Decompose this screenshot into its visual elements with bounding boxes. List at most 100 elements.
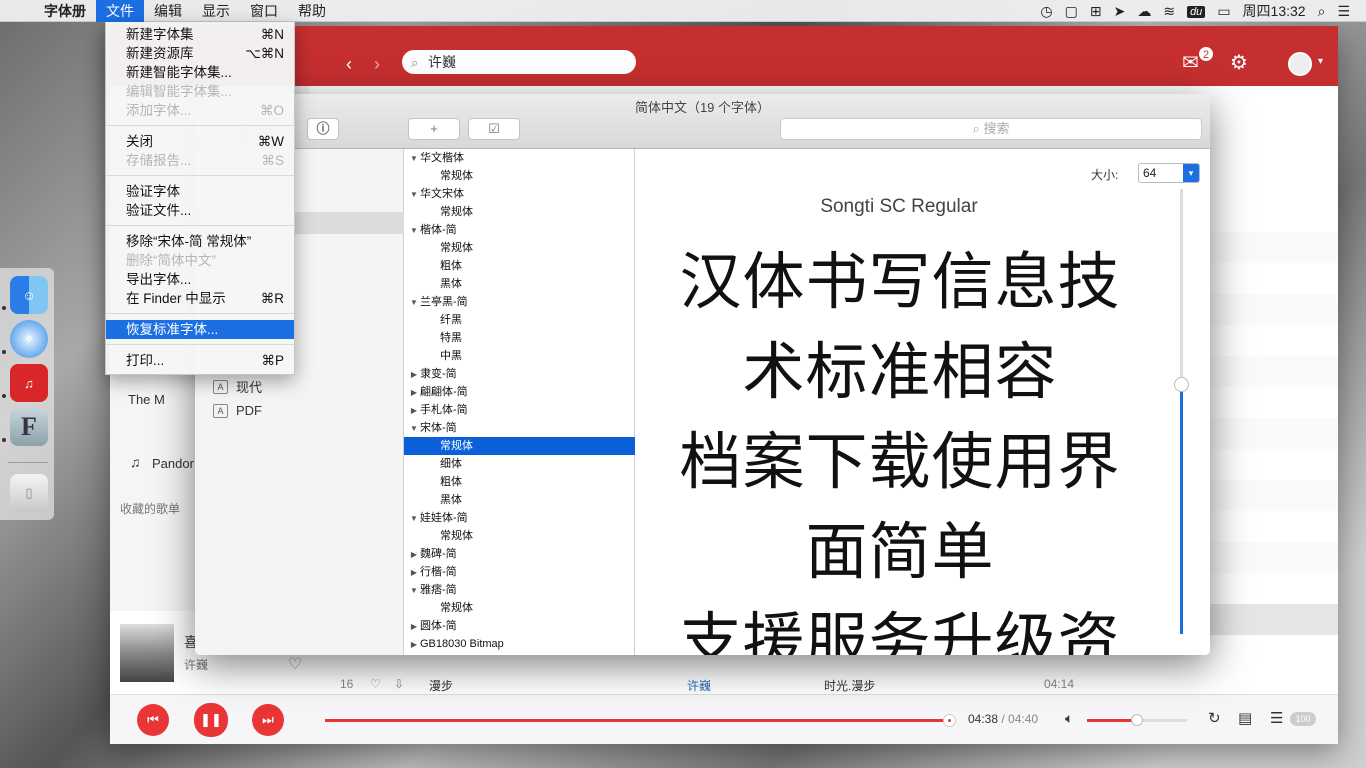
font-face-row[interactable]: 黑体: [404, 491, 635, 509]
font-face-row[interactable]: 常规体: [404, 203, 635, 221]
font-face-row[interactable]: 粗体: [404, 473, 635, 491]
size-slider-knob[interactable]: [1174, 377, 1189, 392]
trash-icon[interactable]: ▯: [10, 474, 48, 512]
menu-app-name[interactable]: 字体册: [34, 0, 96, 22]
font-face-row[interactable]: 细体: [404, 455, 635, 473]
font-face-row[interactable]: 常规体: [404, 599, 635, 617]
sidebar-item-pandora[interactable]: Pandor: [152, 456, 194, 471]
window-icon[interactable]: ▢: [1059, 0, 1084, 22]
disclosure-closed-icon[interactable]: ▶: [408, 564, 420, 582]
font-family-row[interactable]: ▼ 兰亭黑-简: [404, 293, 635, 311]
disclosure-closed-icon[interactable]: ▶: [408, 402, 420, 420]
menu-item-validate-font[interactable]: 验证字体: [106, 182, 294, 201]
timer-icon[interactable]: ◷: [1034, 0, 1058, 22]
font-family-row[interactable]: ▶ 隶变-简: [404, 365, 635, 383]
menu-item-new-collection[interactable]: 新建字体集 ⌘N: [106, 25, 294, 44]
netease-music-icon[interactable]: ♫: [10, 364, 48, 402]
disclosure-open-icon[interactable]: ▼: [408, 294, 420, 312]
disclosure-open-icon[interactable]: ▼: [408, 222, 420, 240]
disclosure-closed-icon[interactable]: ▶: [408, 618, 420, 636]
mail-icon[interactable]: ✉: [1182, 50, 1199, 75]
disclosure-open-icon[interactable]: ▼: [408, 420, 420, 438]
collection-item-modern[interactable]: A 现代: [213, 377, 262, 396]
volume-knob[interactable]: [1131, 714, 1143, 726]
repeat-icon[interactable]: ↻: [1208, 709, 1221, 727]
sidebar-item-the-m[interactable]: The M: [128, 392, 165, 407]
font-family-row[interactable]: ▼ 华文宋体: [404, 185, 635, 203]
progress-knob[interactable]: [942, 714, 956, 727]
menu-item-remove-font[interactable]: 移除“宋体-简 常规体”: [106, 232, 294, 251]
lyrics-icon[interactable]: ▤: [1238, 709, 1252, 727]
font-face-row[interactable]: 常规体: [404, 239, 635, 257]
like-heart-icon[interactable]: ♡: [288, 654, 302, 674]
size-select[interactable]: 64 ▾: [1138, 163, 1200, 183]
menu-item-show-in-finder[interactable]: 在 Finder 中显示 ⌘R: [106, 289, 294, 308]
disclosure-closed-icon[interactable]: ▶: [408, 636, 420, 654]
disclosure-open-icon[interactable]: ▼: [408, 510, 420, 528]
add-font-button[interactable]: +: [408, 118, 460, 140]
font-family-row[interactable]: ▼ 宋体-简: [404, 419, 635, 437]
font-search-input[interactable]: ⌕ 搜索: [780, 118, 1202, 140]
disclosure-closed-icon[interactable]: ▶: [408, 546, 420, 564]
finder-icon[interactable]: ☺: [10, 276, 48, 314]
menu-view[interactable]: 显示: [192, 0, 240, 22]
now-playing-artist[interactable]: 许巍: [184, 656, 208, 673]
avatar-caret-icon[interactable]: ▾: [1318, 56, 1323, 67]
font-family-row[interactable]: ▼ 华文楷体: [404, 149, 635, 167]
font-face-row[interactable]: 常规体: [404, 527, 635, 545]
menu-item-export-fonts[interactable]: 导出字体...: [106, 270, 294, 289]
font-face-row[interactable]: 黑体: [404, 275, 635, 293]
volume-icon[interactable]: 🔈︎: [1065, 710, 1073, 727]
cloud-icon[interactable]: ☁: [1131, 0, 1157, 22]
font-face-row[interactable]: 中黑: [404, 347, 635, 365]
safari-icon[interactable]: ✧: [10, 320, 48, 358]
album-cover[interactable]: [120, 624, 174, 682]
download-icon[interactable]: ⇩: [394, 677, 404, 691]
font-family-row[interactable]: ▶ 行楷-简: [404, 563, 635, 581]
menu-edit[interactable]: 编辑: [144, 0, 192, 22]
font-face-row[interactable]: 常规体: [404, 437, 635, 455]
settings-gear-icon[interactable]: ⚙: [1230, 50, 1248, 75]
disclosure-closed-icon[interactable]: ▶: [408, 366, 420, 384]
menu-help[interactable]: 帮助: [288, 0, 336, 22]
song-artist[interactable]: 许巍: [687, 677, 711, 694]
avatar[interactable]: [1288, 52, 1312, 76]
menu-item-new-library[interactable]: 新建资源库 ⌥⌘N: [106, 44, 294, 63]
menu-file[interactable]: 文件: [96, 0, 144, 22]
spotlight-search-icon[interactable]: ⌕: [1312, 0, 1332, 22]
disclosure-open-icon[interactable]: ▼: [408, 582, 420, 600]
progress-bar[interactable]: [325, 714, 956, 727]
font-family-row[interactable]: ▼ 楷体-简: [404, 221, 635, 239]
volume-slider[interactable]: [1087, 714, 1187, 726]
font-face-row[interactable]: 常规体: [404, 167, 635, 185]
disclosure-closed-icon[interactable]: ▶: [408, 384, 420, 402]
wifi-icon[interactable]: ≋: [1157, 0, 1181, 22]
font-face-row[interactable]: 特黑: [404, 329, 635, 347]
send-icon[interactable]: ➤: [1108, 0, 1132, 22]
collection-item-pdf[interactable]: A PDF: [213, 403, 262, 418]
menu-window[interactable]: 窗口: [240, 0, 288, 22]
font-family-row[interactable]: ▶ 魏碑-简: [404, 545, 635, 563]
font-family-row[interactable]: ▶ 圆体-简: [404, 617, 635, 635]
disclosure-open-icon[interactable]: ▼: [408, 186, 420, 204]
menu-item-new-smart-collection[interactable]: 新建智能字体集...: [106, 63, 294, 82]
font-book-icon[interactable]: F: [10, 408, 48, 446]
back-arrow-icon[interactable]: ‹: [346, 54, 352, 75]
input-method-icon[interactable]: ⊞: [1084, 0, 1108, 22]
battery-icon[interactable]: ▭: [1211, 0, 1236, 22]
menu-item-close[interactable]: 关闭 ⌘W: [106, 132, 294, 151]
forward-arrow-icon[interactable]: ›: [374, 54, 380, 75]
previous-button[interactable]: ⏮: [137, 704, 169, 736]
du-icon[interactable]: du: [1187, 5, 1206, 18]
heart-icon[interactable]: ♡: [370, 677, 381, 691]
song-album[interactable]: 时光.漫步: [824, 677, 875, 694]
font-family-row[interactable]: ▶ 翩翩体-简: [404, 383, 635, 401]
font-family-row[interactable]: ▼ 雅痞-简: [404, 581, 635, 599]
font-face-row[interactable]: 粗体: [404, 257, 635, 275]
notification-center-icon[interactable]: ☰: [1331, 0, 1356, 22]
font-family-row[interactable]: ▶ 手札体-简: [404, 401, 635, 419]
info-button[interactable]: ⓘ: [307, 118, 339, 140]
playlist-icon[interactable]: ☰: [1270, 709, 1283, 727]
clock[interactable]: 周四13:32: [1237, 0, 1312, 22]
music-search-input[interactable]: ⌕ 许巍: [402, 50, 636, 74]
